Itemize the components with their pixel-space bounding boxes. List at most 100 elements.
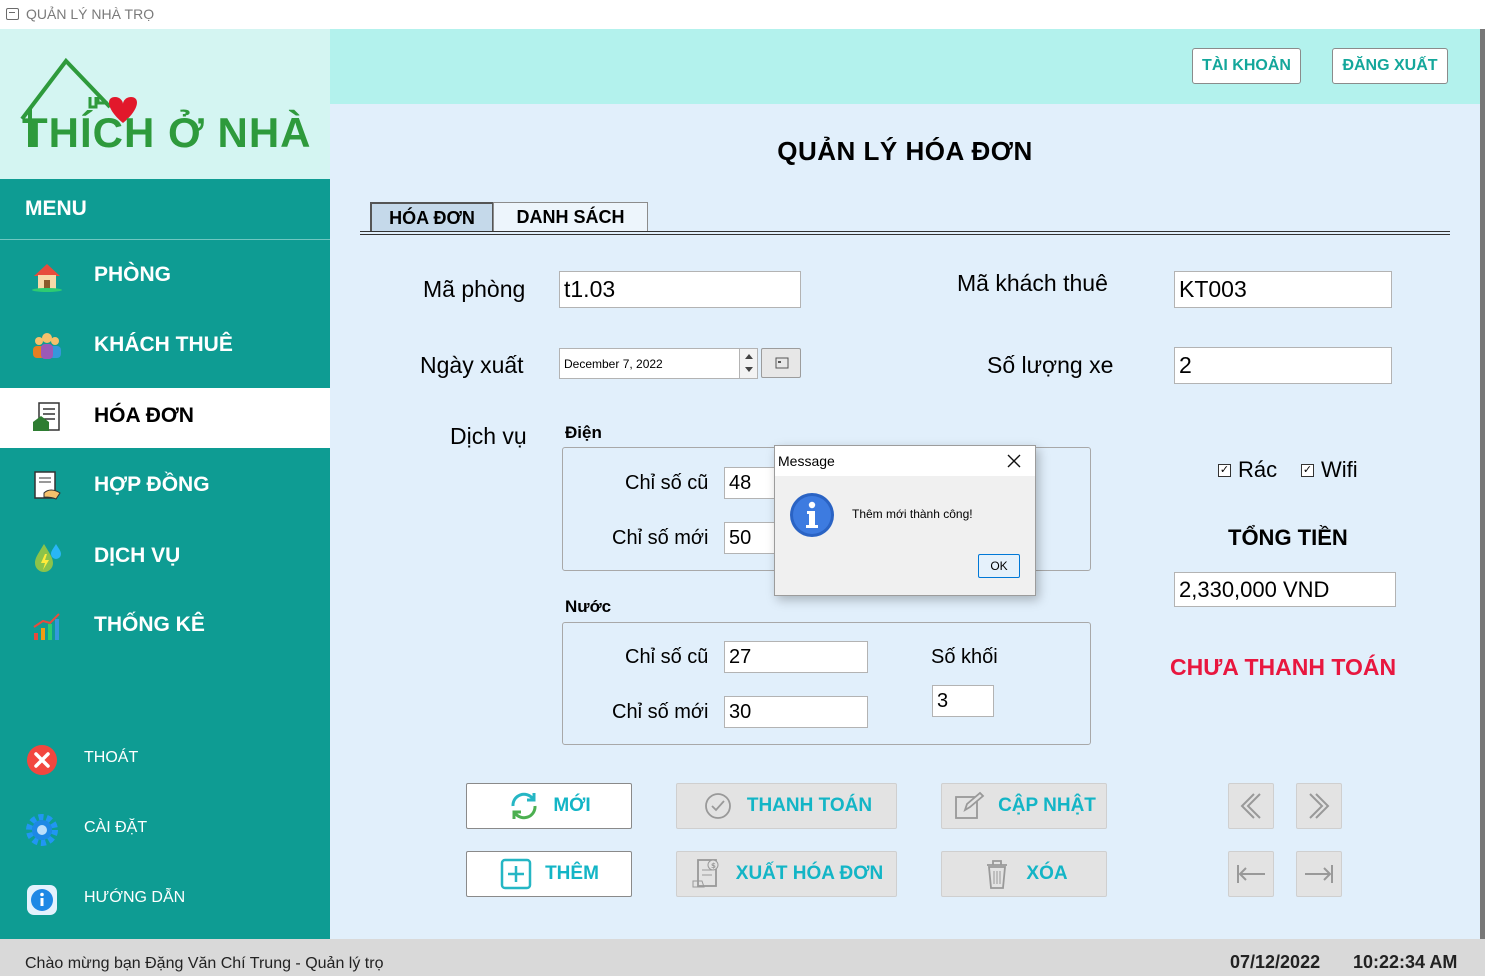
status-date: 07/12/2022	[1230, 952, 1321, 972]
date-picker-input[interactable]: December 7, 2022	[559, 348, 758, 379]
room-input[interactable]: t1.03	[559, 271, 801, 308]
calendar-icon	[775, 357, 789, 369]
close-icon[interactable]	[1005, 452, 1023, 470]
sidebar-item-label: THỐNG KÊ	[94, 613, 205, 636]
wifi-checkbox[interactable]: ✓ Wifi	[1301, 457, 1358, 483]
room-label: Mã phòng	[423, 276, 526, 302]
account-button[interactable]: TÀI KHOẢN	[1192, 48, 1301, 84]
help-button[interactable]: HƯỚNG DẪN	[0, 875, 330, 925]
exit-label: THOÁT	[84, 749, 139, 766]
spinner-up-icon[interactable]	[744, 352, 754, 360]
sidebar-item-thong-ke[interactable]: THỐNG KÊ	[0, 597, 330, 657]
date-value: December 7, 2022	[564, 356, 663, 371]
tenant-label: Mã khách thuê	[957, 270, 1108, 296]
edit-icon	[952, 789, 986, 823]
svg-text:$: $	[711, 862, 716, 870]
export-invoice-button[interactable]: $ XUẤT HÓA ĐƠN	[676, 851, 897, 897]
water-volume-input[interactable]: 3	[932, 685, 994, 717]
water-new-label: Chỉ số mới	[612, 701, 709, 723]
header-bar: TÀI KHOẢN ĐĂNG XUẤT	[330, 29, 1480, 104]
dialog-title: Message	[778, 453, 835, 469]
electric-new-label: Chỉ số mới	[612, 527, 709, 549]
spinner-down-icon[interactable]	[744, 366, 754, 374]
first-button[interactable]	[1228, 851, 1274, 897]
refresh-icon	[507, 789, 541, 823]
vehicle-input[interactable]: 2	[1174, 347, 1392, 384]
info-icon	[790, 493, 834, 537]
tenant-input[interactable]: KT003	[1174, 271, 1392, 308]
previous-button[interactable]	[1228, 783, 1274, 829]
sidebar-item-label: HÓA ĐƠN	[94, 404, 194, 427]
wifi-label: Wifi	[1321, 457, 1358, 482]
app-icon	[6, 8, 19, 20]
sidebar: THÍCH Ở NHÀ MENU PHÒNG KHÁCH THUÊ HÓA ĐƠ…	[0, 29, 330, 939]
water-new-input[interactable]: 30	[724, 696, 868, 728]
sidebar-item-label: PHÒNG	[94, 263, 172, 286]
calendar-button[interactable]	[761, 348, 801, 378]
plus-square-icon	[499, 857, 533, 891]
logo-area: THÍCH Ở NHÀ	[0, 29, 330, 179]
settings-label: CÀI ĐẶT	[84, 819, 148, 836]
logo-text: THÍCH Ở NHÀ	[22, 109, 312, 156]
stats-chart-icon	[33, 613, 60, 640]
chevron-right-icon	[1309, 793, 1330, 819]
sidebar-item-label: DỊCH VỤ	[94, 544, 181, 567]
total-input: 2,330,000 VND	[1174, 572, 1396, 607]
update-button[interactable]: CẬP NHẬT	[941, 783, 1107, 829]
logout-button[interactable]: ĐĂNG XUẤT	[1332, 48, 1448, 84]
check-circle-icon	[701, 789, 735, 823]
tab-hoa-don[interactable]: HÓA ĐƠN	[370, 202, 494, 232]
pay-label: THANH TOÁN	[746, 795, 873, 816]
date-spinner[interactable]	[739, 349, 757, 378]
exit-button[interactable]: THOÁT	[0, 735, 330, 785]
total-label: TỔNG TIỀN	[1228, 525, 1348, 550]
dialog-titlebar: Message	[775, 446, 1035, 476]
water-group-label: Nước	[565, 597, 612, 616]
sidebar-item-phong[interactable]: PHÒNG	[0, 247, 330, 307]
electric-old-label: Chỉ số cũ	[625, 472, 709, 494]
utilities-icon	[35, 544, 61, 572]
trash-label: Rác	[1238, 457, 1278, 482]
message-dialog: Message Thêm mới thành công! OK	[774, 445, 1036, 596]
payment-status: CHƯA THANH TOÁN	[1170, 654, 1397, 680]
trash-checkbox[interactable]: ✓ Rác	[1218, 457, 1277, 483]
invoice-icon	[33, 402, 60, 431]
new-button[interactable]: MỚI	[466, 783, 632, 829]
receipt-icon: $	[690, 857, 724, 891]
tab-danh-sach[interactable]: DANH SÁCH	[493, 202, 648, 232]
arrow-first-icon	[1237, 865, 1265, 883]
add-button[interactable]: THÊM	[466, 851, 632, 897]
menu-header: MENU	[0, 179, 330, 240]
contract-icon	[34, 471, 61, 500]
trash-check-icon: ✓	[1218, 463, 1231, 477]
dialog-message: Thêm mới thành công!	[852, 507, 973, 521]
next-button[interactable]	[1296, 783, 1342, 829]
sidebar-item-hoa-don[interactable]: HÓA ĐƠN	[0, 388, 330, 448]
arrow-last-icon	[1305, 865, 1333, 883]
chevron-left-icon	[1240, 793, 1261, 819]
ok-button[interactable]: OK	[978, 554, 1020, 578]
water-old-input[interactable]: 27	[724, 641, 868, 673]
delete-button[interactable]: XÓA	[941, 851, 1107, 897]
window-title: QUẢN LÝ NHÀ TRỌ	[26, 6, 155, 22]
people-icon	[33, 333, 61, 359]
service-label: Dịch vụ	[450, 423, 527, 449]
welcome-text: Chào mừng bạn Đặng Văn Chí Trung - Quản …	[25, 955, 384, 972]
add-label: THÊM	[545, 863, 599, 884]
water-volume-label: Số khối	[931, 646, 998, 668]
new-label: MỚI	[553, 795, 591, 816]
sidebar-item-dich-vu[interactable]: DỊCH VỤ	[0, 528, 330, 588]
status-bar: Chào mừng bạn Đặng Văn Chí Trung - Quản …	[0, 939, 1485, 976]
last-button[interactable]	[1296, 851, 1342, 897]
pay-button[interactable]: THANH TOÁN	[676, 783, 897, 829]
menu-label: MENU	[25, 197, 87, 220]
sidebar-item-label: HỢP ĐỒNG	[94, 473, 210, 496]
water-old-label: Chỉ số cũ	[625, 646, 709, 668]
sidebar-item-khach-thue[interactable]: KHÁCH THUÊ	[0, 317, 330, 377]
settings-button[interactable]: CÀI ĐẶT	[0, 805, 330, 855]
sidebar-item-hop-dong[interactable]: HỢP ĐỒNG	[0, 457, 330, 517]
window-titlebar: QUẢN LÝ NHÀ TRỌ	[0, 0, 1485, 29]
page-title: QUẢN LÝ HÓA ĐƠN	[777, 136, 1033, 166]
date-label: Ngày xuất	[420, 352, 524, 378]
tab-underline	[360, 231, 1450, 235]
